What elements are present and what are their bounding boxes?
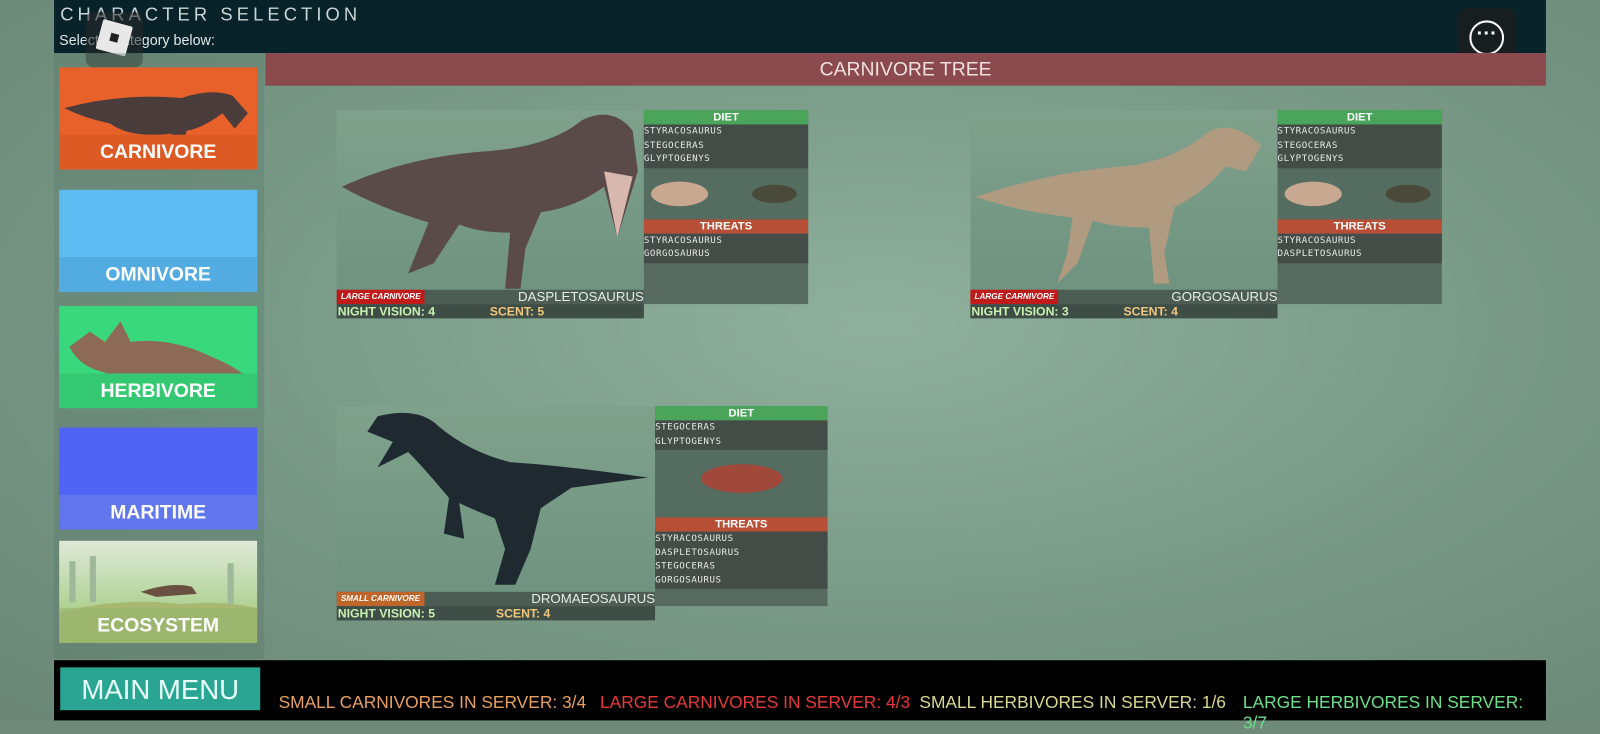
diet-list: STEGOCERAS GLYPTOGENYS	[655, 420, 828, 450]
diet-threats-panel: DIET STYRACOSAURUS STEGOCERAS GLYPTOGENY…	[643, 110, 809, 305]
category-omnivore[interactable]: OMNIVORE	[59, 189, 258, 292]
large-herbivores-count: LARGE HERBIVORES IN SERVER: 3/7	[1242, 692, 1524, 733]
threats-list: STYRACOSAURUS DASPLETOSAURUS	[1277, 233, 1442, 263]
diet-item: STYRACOSAURUS	[1277, 126, 1357, 137]
category-herbivore[interactable]: HERBIVORE	[59, 306, 258, 409]
footer-bar: MAIN MENU SMALL CARNIVORES IN SERVER: 3/…	[54, 660, 1546, 733]
stats-bar: NIGHT VISION: 3 SCENT: 4	[970, 304, 1278, 319]
dino-name: GORGOSAURUS	[1171, 288, 1278, 305]
threat-item: STEGOCERAS	[655, 561, 716, 572]
game-screen: CHARACTER SELECTION Select a category be…	[0, 0, 1600, 733]
more-icon: ···	[1469, 20, 1505, 56]
scent-stat: SCENT: 5	[489, 304, 545, 319]
prey-image	[655, 449, 828, 518]
diet-item: GLYPTOGENYS	[643, 154, 711, 165]
threat-item: STYRACOSAURUS	[643, 235, 723, 246]
category-carnivore[interactable]: CARNIVORE	[59, 67, 258, 170]
category-sidebar: CARNIVORE OMNIVORE HERBIVORE MARITIME EC…	[54, 53, 265, 660]
diet-threats-panel: DIET STYRACOSAURUS STEGOCERAS GLYPTOGENY…	[1277, 110, 1442, 305]
diet-item: GLYPTOGENYS	[1277, 154, 1344, 165]
name-bar: SMALL CARNIVORE DROMAEOSAURUS	[336, 590, 656, 607]
threats-list: STYRACOSAURUS GORGOSAURUS	[643, 233, 809, 263]
threat-item: DASPLETOSAURUS	[1277, 248, 1363, 260]
diet-list: STYRACOSAURUS STEGOCERAS GLYPTOGENYS	[643, 124, 809, 168]
diet-item: STEGOCERAS	[1277, 140, 1338, 151]
threat-item: STYRACOSAURUS	[1277, 235, 1357, 246]
header-bar: CHARACTER SELECTION Select a category be…	[54, 0, 1546, 54]
roblox-logo-icon	[95, 19, 134, 57]
category-maritime[interactable]: MARITIME	[59, 427, 258, 530]
class-badge: LARGE CARNIVORE	[336, 289, 425, 305]
scent-stat: SCENT: 4	[1123, 304, 1178, 319]
threats-header: THREATS	[655, 517, 828, 532]
category-label: HERBIVORE	[59, 373, 258, 409]
night-vision-stat: NIGHT VISION: 3	[971, 304, 1069, 319]
large-carnivores-count: LARGE CARNIVORES IN SERVER: 4/3	[599, 692, 911, 713]
dromaeosaurus-image	[336, 406, 656, 593]
gorgosaurus-image	[970, 110, 1278, 291]
category-label: OMNIVORE	[59, 257, 258, 292]
stats-bar: NIGHT VISION: 5 SCENT: 4	[336, 606, 656, 621]
threats-header: THREATS	[643, 218, 809, 234]
diet-item: STEGOCERAS	[655, 422, 716, 433]
diet-item: GLYPTOGENYS	[655, 436, 722, 447]
category-label: CARNIVORE	[59, 134, 258, 170]
diet-item: STEGOCERAS	[643, 140, 705, 151]
threat-item: GORGOSAURUS	[655, 574, 722, 586]
diet-item: STYRACOSAURUS	[643, 126, 723, 137]
diet-header: DIET	[1277, 110, 1442, 125]
threats-header: THREATS	[1277, 218, 1442, 234]
daspletosaurus-image	[336, 110, 644, 291]
diet-header: DIET	[643, 110, 809, 125]
diet-list: STYRACOSAURUS STEGOCERAS GLYPTOGENYS	[1277, 124, 1442, 168]
category-label: MARITIME	[59, 494, 258, 530]
threats-list: STYRACOSAURUS DASPLETOSAURUS STEGOCERAS …	[655, 531, 828, 589]
diet-header: DIET	[655, 406, 828, 421]
dino-name: DROMAEOSAURUS	[531, 590, 656, 607]
main-menu-button[interactable]: MAIN MENU	[60, 667, 261, 711]
diet-threats-panel: DIET STEGOCERAS GLYPTOGENYS THREATS STYR…	[655, 406, 828, 607]
threat-item: GORGOSAURUS	[643, 248, 711, 260]
name-bar: LARGE CARNIVORE DASPLETOSAURUS	[336, 288, 644, 305]
small-carnivores-count: SMALL CARNIVORES IN SERVER: 3/4	[278, 692, 587, 713]
threat-item: DASPLETOSAURUS	[655, 547, 740, 558]
class-badge: SMALL CARNIVORE	[336, 591, 425, 607]
threat-item: STYRACOSAURUS	[655, 533, 734, 544]
prey-image	[1277, 167, 1442, 219]
name-bar: LARGE CARNIVORE GORGOSAURUS	[970, 288, 1278, 305]
dino-name: DASPLETOSAURUS	[518, 288, 644, 305]
night-vision-stat: NIGHT VISION: 4	[337, 304, 436, 319]
stats-bar: NIGHT VISION: 4 SCENT: 5	[336, 304, 644, 319]
small-herbivores-count: SMALL HERBIVORES IN SERVER: 1/6	[919, 692, 1226, 713]
scent-stat: SCENT: 4	[495, 606, 551, 621]
category-ecosystem[interactable]: ECOSYSTEM	[59, 540, 258, 643]
class-badge: LARGE CARNIVORE	[970, 289, 1059, 305]
tree-title: CARNIVORE TREE	[265, 53, 1546, 86]
category-label: ECOSYSTEM	[59, 608, 258, 643]
night-vision-stat: NIGHT VISION: 5	[337, 606, 436, 621]
prey-image	[643, 167, 809, 219]
